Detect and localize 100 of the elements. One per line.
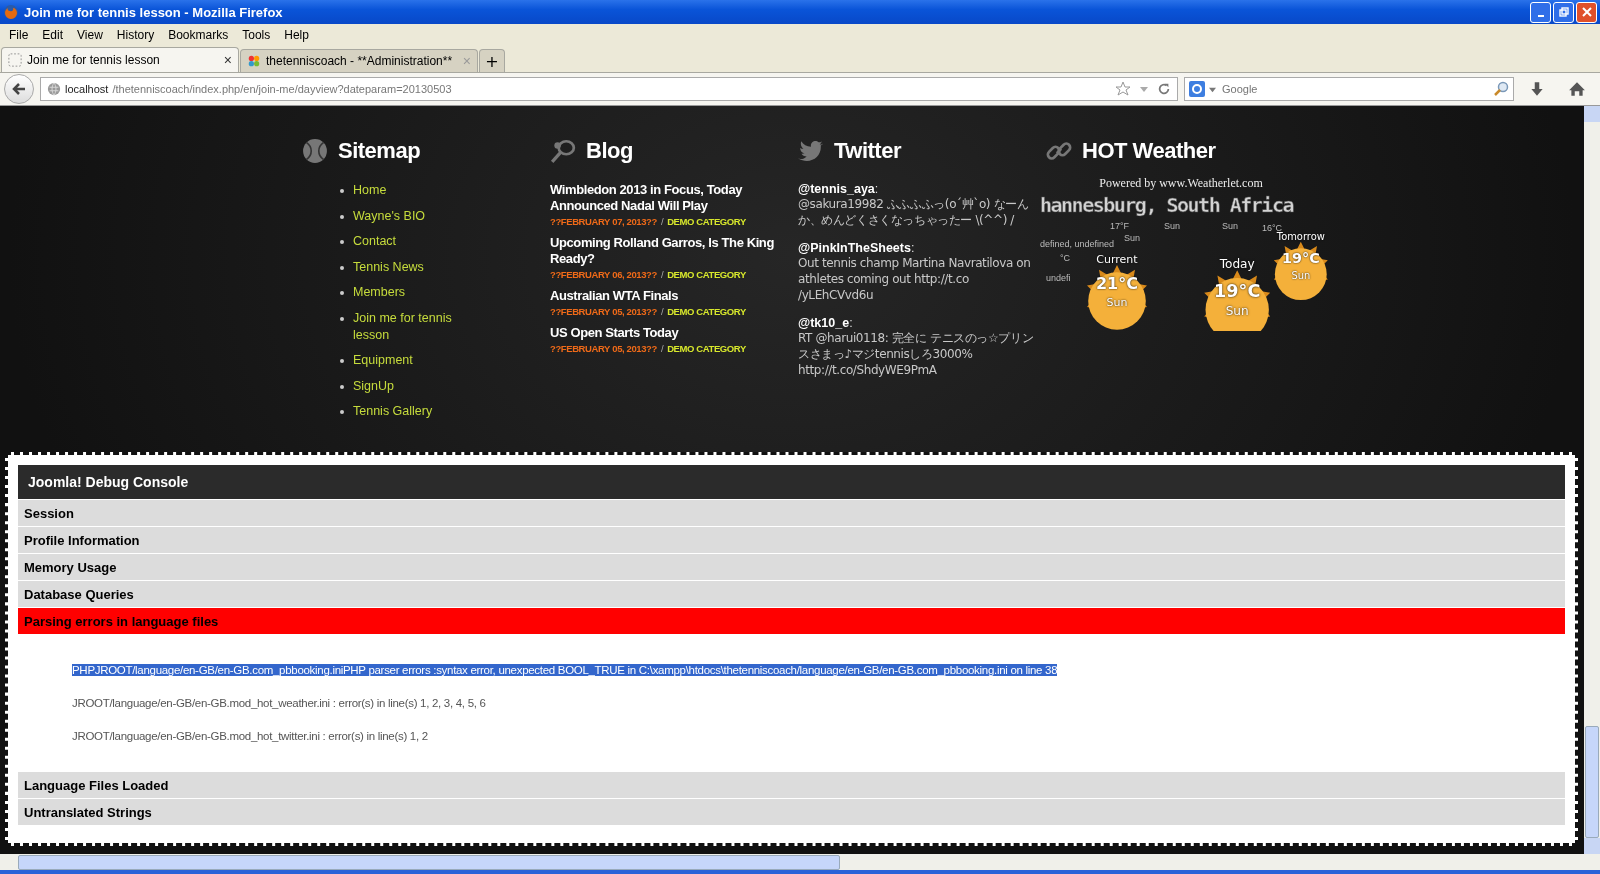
- sitemap-link[interactable]: Wayne's BIO: [353, 207, 426, 225]
- minimize-icon: [1537, 15, 1544, 17]
- menu-item[interactable]: History: [109, 28, 162, 42]
- console-header: Joomla! Debug Console: [18, 465, 1565, 499]
- address-field[interactable]: localhost /thetenniscoach/index.php/en/join-me/dayview?dateparam=20130503: [40, 77, 1178, 101]
- home-icon[interactable]: [1568, 80, 1586, 98]
- console-section[interactable]: Parsing errors in language files: [18, 608, 1565, 634]
- blog-post-title[interactable]: Upcoming Rolland Garros, Is The King Ready?: [550, 235, 780, 267]
- weather-fragment: Sun: [1124, 233, 1140, 243]
- error-message: JROOT/language/en-GB/en-GB.mod_hot_weather.ini : error(s) in line(s) 1, 2, 3, 4, 5, 6: [72, 697, 486, 709]
- section-heading: Blog: [586, 138, 633, 164]
- menu-item[interactable]: Edit: [35, 28, 71, 42]
- tweet-text: @sakura19982 ふふふふっ(o´艸`o) なーんか、めんどくさくなっちゃったー \(^^) /: [798, 196, 1030, 228]
- search-field[interactable]: Google: [1184, 77, 1514, 101]
- blog-post-title[interactable]: US Open Starts Today: [550, 325, 780, 341]
- sitemap-link[interactable]: Members: [353, 284, 406, 301]
- category-link[interactable]: DEMO CATEGORY: [667, 343, 746, 354]
- colon-text: :: [874, 182, 879, 196]
- section-heading: Twitter: [834, 138, 901, 164]
- sitemap-link[interactable]: Tennis News: [353, 258, 424, 276]
- horizontal-scrollbar[interactable]: [0, 854, 1600, 870]
- tweet-text: Out tennis champ Martina Navratilova on athletes coming out http://t.co /yLEhCVvd6u: [798, 255, 1032, 303]
- search-engine-icon[interactable]: [1189, 81, 1205, 97]
- close-button[interactable]: [1576, 1, 1597, 23]
- forecast-temperature: 19°C: [1214, 279, 1261, 303]
- dropdown-icon[interactable]: [1139, 84, 1149, 94]
- vertical-scrollbar[interactable]: [1584, 106, 1600, 854]
- menu-item[interactable]: View: [70, 28, 110, 42]
- error-message: PHPJROOT/language/en-GB/en-GB.com_pbbooking.iniPHP parser errors :syntax error, unexpected BOOL_TRUE in C:\xampp\htdocs\thetenniscoach/language/en-GB/en-GB.com_pbbooking.ini on line 38: [72, 664, 1058, 676]
- console-section[interactable]: Untranslated Strings: [18, 799, 1565, 825]
- blog-post-title[interactable]: Wimbledon 2013 in Focus, Today Announced Nadal Will Play: [550, 182, 780, 214]
- weather-fragment: defined, undefined: [1040, 239, 1115, 249]
- weather-fragment: undefi: [1046, 273, 1071, 283]
- console-section[interactable]: Database Queries: [18, 581, 1565, 607]
- weather-fragment: 16°C: [1262, 223, 1283, 233]
- reload-icon[interactable]: [1157, 82, 1171, 96]
- search-icon[interactable]: [1493, 81, 1509, 97]
- forecast-label: Today: [1219, 257, 1255, 272]
- post-date: ??FEBRUARY 06, 2013??: [550, 269, 657, 280]
- console-section[interactable]: Profile Information: [18, 527, 1565, 553]
- menu-item[interactable]: Help: [277, 28, 316, 42]
- separator: /: [660, 216, 664, 227]
- blog-post-title[interactable]: Australian WTA Finals: [550, 288, 780, 304]
- window-title: Join me for tennis lesson - Mozilla Firefox: [24, 4, 284, 20]
- new-tab-button[interactable]: +: [479, 49, 505, 72]
- sitemap-link[interactable]: Tennis Gallery: [353, 403, 433, 420]
- sitemap-link[interactable]: Equipment: [353, 352, 413, 369]
- category-link[interactable]: DEMO CATEGORY: [667, 216, 746, 227]
- weather-fragment: Sun: [1222, 221, 1238, 231]
- colon-text: :: [910, 241, 915, 255]
- menu-item[interactable]: Tools: [235, 28, 278, 42]
- racket-icon: [550, 138, 576, 164]
- browser-tab[interactable]: thetenniscoach - **Administration** ×: [240, 49, 478, 72]
- colon-text: :: [849, 316, 853, 330]
- bookmark-star-icon[interactable]: [1115, 81, 1131, 97]
- forecast-condition: Sun: [1106, 296, 1128, 309]
- section-heading: HOT Weather: [1082, 138, 1216, 164]
- weather-fragment: 17°F: [1110, 221, 1130, 231]
- sitemap-link[interactable]: Home: [353, 182, 387, 199]
- bird-icon: [798, 138, 824, 164]
- twitter-handle[interactable]: @tennis_aya: [798, 182, 875, 196]
- post-date: ??FEBRUARY 05, 2013??: [550, 306, 657, 317]
- tweet-text: RT @harui0118: 完全に テニスのっ☆プリンスさまっ♪マジtennisしろ3000% http://t.co/ShdyWE9PmA: [798, 330, 1035, 378]
- blank-page-icon: [8, 53, 22, 67]
- category-link[interactable]: DEMO CATEGORY: [667, 269, 746, 280]
- menu-item[interactable]: Bookmarks: [161, 28, 236, 42]
- close-icon: [1581, 7, 1592, 17]
- section-heading: Sitemap: [338, 138, 421, 164]
- flower-logo-icon: [247, 54, 261, 68]
- tennis-ball-icon: [302, 138, 328, 164]
- twitter-handle[interactable]: @PinkInTheSheets: [798, 241, 911, 255]
- back-arrow-icon: [11, 81, 27, 97]
- browser-tab[interactable]: Join me for tennis lesson ×: [1, 47, 239, 72]
- separator: /: [660, 306, 664, 317]
- separator: /: [660, 343, 664, 354]
- category-link[interactable]: DEMO CATEGORY: [667, 306, 746, 317]
- sitemap-link[interactable]: Contact: [353, 233, 397, 250]
- separator: /: [660, 269, 664, 280]
- weather-credit: Powered by www.Weatherlet.com: [1098, 176, 1264, 191]
- forecast-label: Current: [1096, 253, 1138, 266]
- sitemap-link[interactable]: SignUp: [353, 377, 394, 395]
- weather-fragment: °C: [1060, 253, 1071, 263]
- sitemap-link[interactable]: Join me for tennis lesson: [353, 309, 480, 344]
- menu-item[interactable]: File: [2, 28, 36, 42]
- restore-icon: [1558, 7, 1569, 17]
- tab-close-button[interactable]: ×: [223, 52, 232, 68]
- back-button[interactable]: [4, 74, 34, 104]
- forecast-label: Tomorrow: [1276, 231, 1325, 243]
- forecast-condition: Sun: [1225, 304, 1249, 319]
- console-section[interactable]: Language Files Loaded: [18, 772, 1565, 798]
- forecast-temperature: 21°C: [1096, 273, 1138, 295]
- error-message: JROOT/language/en-GB/en-GB.mod_hot_twitter.ini : error(s) in line(s) 1, 2: [72, 730, 428, 742]
- forecast-temperature: 19°C: [1281, 248, 1320, 269]
- console-section[interactable]: Memory Usage: [18, 554, 1565, 580]
- dropdown-icon[interactable]: [1209, 85, 1216, 93]
- console-section[interactable]: Session: [18, 500, 1565, 526]
- minimize-button[interactable]: [1530, 1, 1551, 23]
- forecast-condition: Sun: [1291, 269, 1311, 282]
- post-date: ??FEBRUARY 07, 2013??: [550, 216, 657, 227]
- restore-button[interactable]: [1553, 1, 1574, 23]
